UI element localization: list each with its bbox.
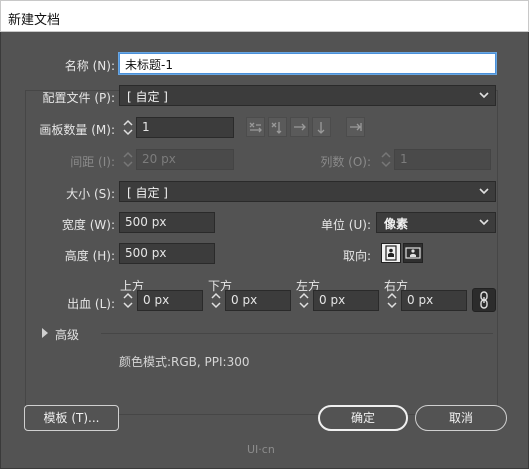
size-label: 大小 (S):	[66, 187, 115, 201]
spacing-label: 间距 (I):	[70, 155, 115, 169]
advanced-toggle[interactable]: 高级	[39, 325, 99, 343]
units-value: 像素	[384, 217, 409, 231]
bleed-top-input[interactable]: 0 px	[137, 290, 203, 311]
profile-label: 配置文件 (P):	[42, 91, 115, 105]
ok-button[interactable]: 确定	[318, 405, 408, 431]
landscape-orientation-button[interactable]	[403, 243, 423, 263]
columns-label: 列数 (O):	[320, 155, 371, 169]
arrange-by-row-icon[interactable]	[290, 117, 309, 137]
grid-by-column-icon[interactable]	[268, 117, 287, 137]
size-select[interactable]: [ 自定 ]	[119, 181, 496, 202]
spacing-stepper	[121, 149, 135, 170]
link-bleed-button[interactable]	[472, 288, 496, 312]
portrait-icon	[385, 245, 397, 261]
columns-stepper	[379, 149, 393, 170]
bleed-left-input[interactable]: 0 px	[313, 290, 379, 311]
landscape-icon	[405, 247, 421, 259]
chevron-down-icon	[479, 188, 489, 195]
units-select[interactable]: 像素	[376, 212, 496, 233]
cancel-button[interactable]: 取消	[415, 405, 507, 431]
width-input[interactable]: 500 px	[119, 212, 215, 233]
artboards-input[interactable]: 1	[136, 117, 234, 138]
advanced-divider	[101, 333, 493, 334]
templates-button[interactable]: 模板 (T)...	[24, 405, 119, 431]
size-value: [ 自定 ]	[127, 186, 168, 200]
columns-input: 1	[394, 149, 491, 170]
name-label: 名称 (N):	[64, 59, 115, 73]
window-title: 新建文档	[8, 13, 61, 28]
spacing-input: 20 px	[136, 149, 234, 170]
watermark: UI·cn	[247, 443, 275, 456]
artboards-label: 画板数量 (M):	[39, 123, 115, 137]
grid-by-row-icon[interactable]	[246, 117, 265, 137]
chevron-down-icon	[479, 92, 489, 99]
height-input[interactable]: 500 px	[119, 243, 215, 264]
profile-value: [ 自定 ]	[127, 90, 168, 104]
disclosure-triangle-icon	[42, 328, 48, 338]
right-to-left-layout-icon[interactable]	[346, 117, 365, 137]
orientation-label: 取向:	[342, 249, 371, 263]
window-titlebar: 新建文档	[0, 0, 529, 32]
chain-link-icon	[480, 291, 488, 309]
height-label: 高度 (H):	[64, 249, 115, 263]
bleed-left-stepper[interactable]	[297, 290, 311, 311]
bleed-right-input[interactable]: 0 px	[401, 290, 467, 311]
bleed-bottom-stepper[interactable]	[209, 290, 223, 311]
bleed-top-stepper[interactable]	[121, 290, 135, 311]
advanced-label: 高级	[55, 328, 80, 342]
name-input[interactable]: 未标题-1	[119, 53, 496, 74]
width-label: 宽度 (W):	[61, 218, 115, 232]
chevron-down-icon	[479, 219, 489, 226]
arrange-by-column-icon[interactable]	[312, 117, 331, 137]
artboards-stepper[interactable]	[121, 117, 135, 138]
profile-select[interactable]: [ 自定 ]	[119, 85, 496, 106]
bleed-bottom-input[interactable]: 0 px	[225, 290, 291, 311]
new-document-dialog: 名称 (N): 未标题-1 配置文件 (P): [ 自定 ] 画板数量 (M):…	[0, 32, 529, 469]
color-mode-info: 颜色模式:RGB, PPI:300	[119, 355, 250, 369]
portrait-orientation-button[interactable]	[381, 243, 401, 263]
bleed-right-stepper[interactable]	[385, 290, 399, 311]
units-label: 单位 (U):	[320, 218, 371, 232]
bleed-label: 出血 (L):	[67, 297, 115, 311]
